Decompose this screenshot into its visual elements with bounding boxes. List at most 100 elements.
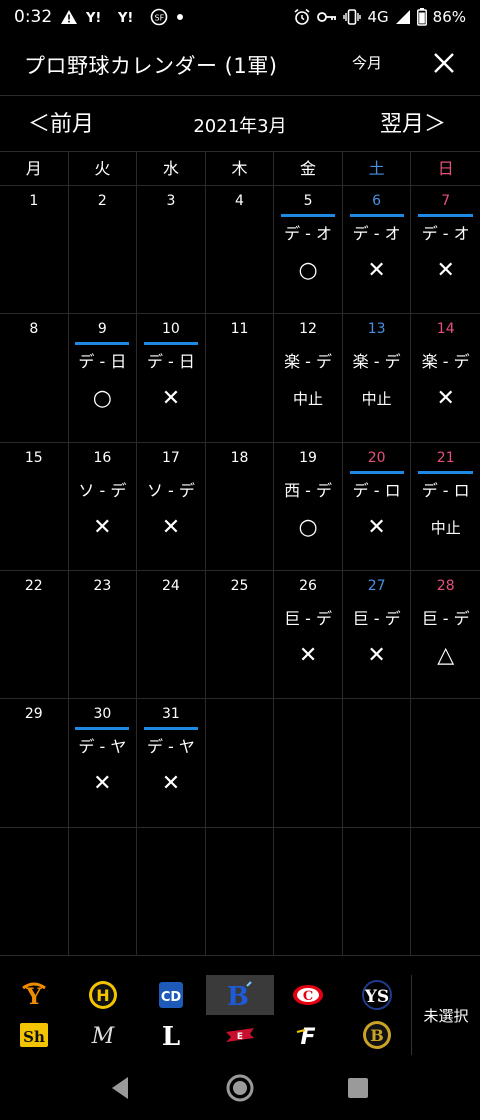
day-cell — [68, 827, 138, 956]
day-cell — [0, 827, 69, 956]
recents-icon — [348, 1078, 368, 1098]
day-cell[interactable]: 31 デ - ヤ ✕ — [137, 699, 206, 828]
weekday-label: 水 — [137, 152, 206, 186]
day-number: 4 — [235, 193, 244, 209]
game-result — [274, 770, 342, 798]
day-cell[interactable]: 26 巨 - デ ✕ — [274, 570, 343, 700]
team-button-baystars[interactable]: B — [205, 975, 274, 1015]
day-cell[interactable]: 27 巨 - デ ✕ — [342, 570, 412, 700]
battery-level: 86% — [432, 8, 466, 26]
team-button-hawks[interactable]: Sh — [0, 1015, 69, 1055]
day-cell[interactable]: 8 — [0, 314, 69, 443]
matchup-label — [206, 865, 274, 887]
day-cell[interactable]: 16 ソ - デ ✕ — [68, 442, 138, 571]
svg-text:SF: SF — [155, 14, 165, 23]
close-button[interactable] — [424, 46, 464, 82]
weekday-label: 木 — [206, 152, 275, 186]
weekday-header: 月火水木金土 日 — [0, 152, 480, 186]
matchup-label — [206, 736, 274, 758]
network-type: 4G — [367, 8, 389, 26]
team-button-dragons[interactable]: CD — [137, 975, 206, 1015]
day-cell[interactable]: 20 デ - ロ ✕ — [342, 442, 412, 571]
day-cell[interactable]: 19 西 - デ ○ — [274, 442, 343, 571]
matchup-label: 巨 - デ — [284, 608, 333, 628]
day-cell[interactable]: 6 デ - オ ✕ — [342, 186, 412, 315]
day-number: 12 — [299, 321, 317, 338]
day-cell[interactable]: 2 — [68, 186, 138, 315]
day-number: 13 — [367, 321, 386, 338]
day-cell[interactable]: 17 ソ - デ ✕ — [137, 442, 206, 571]
day-number: 25 — [230, 577, 249, 594]
day-cell — [342, 827, 412, 956]
next-month-button[interactable]: 翌月＞ — [380, 106, 446, 138]
game-result: ✕ — [298, 642, 318, 668]
day-cell[interactable]: 24 — [137, 570, 206, 700]
game-result: ✕ — [161, 771, 181, 797]
game-result — [69, 257, 137, 285]
team-button-marines[interactable]: M — [68, 1015, 137, 1055]
day-number — [137, 833, 205, 853]
day-cell[interactable]: 7 デ - オ ✕ — [411, 186, 480, 315]
day-cell[interactable]: 11 — [205, 314, 275, 443]
home-game-indicator — [143, 727, 198, 731]
matchup-label: ソ - デ — [146, 480, 195, 500]
day-cell[interactable]: 28 巨 - デ △ — [411, 571, 480, 700]
team-button-eagles[interactable]: E — [205, 1015, 274, 1055]
game-result — [343, 899, 411, 927]
day-cell[interactable]: 1 — [0, 186, 69, 315]
game-result — [206, 770, 274, 798]
close-icon — [434, 53, 454, 73]
svg-text:F: F — [301, 1025, 316, 1050]
day-cell[interactable]: 18 — [205, 442, 275, 571]
day-number — [411, 704, 480, 724]
unselected-button[interactable]: 未選択 — [411, 975, 480, 1055]
team-button-lions[interactable]: L — [137, 1015, 206, 1055]
svg-text:Y: Y — [25, 984, 42, 1010]
game-result: ✕ — [367, 642, 386, 668]
day-cell[interactable]: 4 — [205, 186, 275, 315]
day-cell — [411, 828, 480, 956]
matchup-label — [343, 865, 411, 887]
this-month-button[interactable]: 今月 — [352, 52, 382, 73]
day-cell — [205, 827, 275, 956]
weekday-label: 金 — [274, 152, 343, 186]
day-number: 16 — [93, 449, 112, 466]
matchup-label — [0, 608, 68, 630]
day-cell[interactable]: 25 — [205, 570, 275, 700]
day-cell[interactable]: 22 — [0, 570, 69, 700]
day-cell[interactable]: 13 楽 - デ中止 — [342, 314, 412, 443]
team-button-tigers[interactable]: H — [68, 975, 137, 1015]
matchup-label: デ - ヤ — [78, 737, 127, 757]
day-cell[interactable]: 3 — [137, 186, 206, 315]
day-number — [274, 833, 342, 853]
team-button-fighters[interactable]: F — [274, 1015, 343, 1055]
day-cell[interactable]: 15 — [0, 442, 69, 571]
game-result: ○ — [92, 386, 112, 412]
day-cell[interactable]: 9 デ - 日 ○ — [68, 314, 138, 443]
day-cell[interactable]: 5 デ - オ ○ — [274, 186, 343, 315]
team-button-swallows[interactable]: YS — [342, 975, 411, 1015]
day-cell[interactable]: 21 デ - ロ中止 — [411, 443, 480, 571]
game-result — [137, 642, 205, 670]
home-button[interactable] — [226, 1074, 254, 1102]
team-button-buffaloes[interactable]: B — [342, 1015, 411, 1055]
recents-button[interactable] — [348, 1078, 368, 1098]
matchup-label — [206, 480, 274, 502]
game-result: △ — [437, 642, 455, 668]
day-cell[interactable]: 29 — [0, 699, 69, 828]
matchup-label: デ - ロ — [352, 480, 401, 500]
back-button[interactable] — [112, 1077, 128, 1099]
team-button-carp[interactable]: C — [274, 975, 343, 1015]
day-number: 3 — [166, 193, 176, 209]
day-cell[interactable]: 23 — [68, 570, 138, 700]
svg-text:Y!: Y! — [118, 11, 133, 24]
svg-text:C: C — [303, 989, 313, 1004]
day-number: 11 — [230, 321, 249, 338]
team-button-giants[interactable]: Y — [0, 975, 69, 1015]
day-cell[interactable]: 10 デ - 日 ✕ — [137, 314, 206, 443]
day-cell[interactable]: 30 デ - ヤ ✕ — [68, 699, 138, 828]
day-cell[interactable]: 12 楽 - デ中止 — [274, 314, 343, 443]
day-cell[interactable]: 14 楽 - デ ✕ — [411, 314, 480, 443]
day-number — [206, 833, 274, 853]
marines-logo-icon: M — [90, 1024, 114, 1049]
